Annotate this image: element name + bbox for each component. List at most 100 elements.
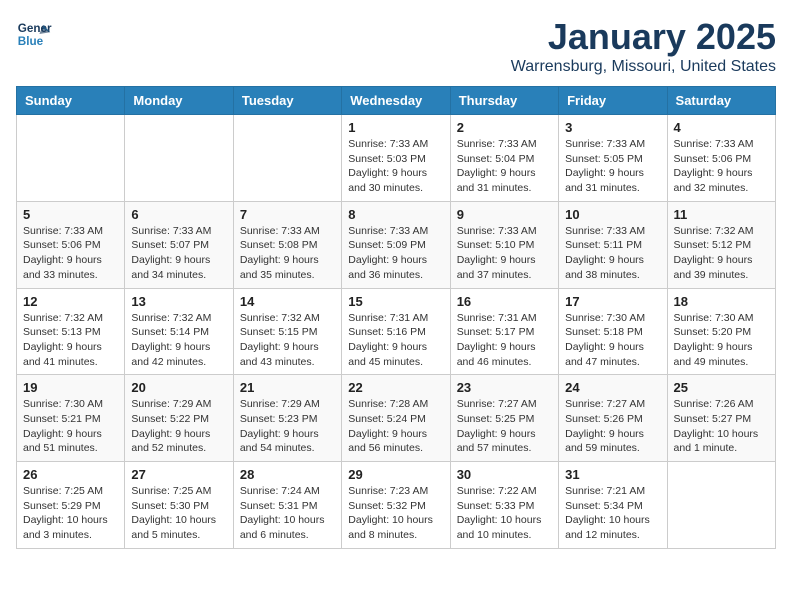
- day-number: 8: [348, 207, 443, 222]
- day-number: 31: [565, 467, 660, 482]
- day-number: 1: [348, 120, 443, 135]
- calendar-day-2: 2 Sunrise: 7:33 AM Sunset: 5:04 PM Daylig…: [450, 115, 558, 202]
- day-number: 11: [674, 207, 769, 222]
- day-info: Sunrise: 7:31 AM Sunset: 5:17 PM Dayligh…: [457, 311, 552, 370]
- day-info: Sunrise: 7:27 AM Sunset: 5:25 PM Dayligh…: [457, 397, 552, 456]
- weekday-header-monday: Monday: [125, 87, 233, 115]
- day-number: 29: [348, 467, 443, 482]
- day-number: 21: [240, 380, 335, 395]
- day-info: Sunrise: 7:30 AM Sunset: 5:20 PM Dayligh…: [674, 311, 769, 370]
- svg-text:Blue: Blue: [18, 35, 44, 48]
- day-info: Sunrise: 7:33 AM Sunset: 5:11 PM Dayligh…: [565, 224, 660, 283]
- day-number: 25: [674, 380, 769, 395]
- logo-icon: General Blue: [16, 16, 52, 52]
- weekday-header-sunday: Sunday: [17, 87, 125, 115]
- calendar-week-row: 5Sunrise: 7:33 AM Sunset: 5:06 PM Daylig…: [17, 201, 776, 288]
- calendar-day-5: 5Sunrise: 7:33 AM Sunset: 5:06 PM Daylig…: [17, 201, 125, 288]
- day-info: Sunrise: 7:30 AM Sunset: 5:21 PM Dayligh…: [23, 397, 118, 456]
- calendar-day-9: 9 Sunrise: 7:33 AM Sunset: 5:10 PM Daylig…: [450, 201, 558, 288]
- day-number: 12: [23, 294, 118, 309]
- header: General Blue January 2025 Warrensburg, M…: [16, 16, 776, 76]
- calendar-day-3: 3 Sunrise: 7:33 AM Sunset: 5:05 PM Daylig…: [559, 115, 667, 202]
- day-info: Sunrise: 7:33 AM Sunset: 5:06 PM Dayligh…: [674, 137, 769, 196]
- day-number: 27: [131, 467, 226, 482]
- svg-text:General: General: [18, 22, 52, 35]
- calendar-day-7: 7 Sunrise: 7:33 AM Sunset: 5:08 PM Daylig…: [233, 201, 341, 288]
- day-number: 10: [565, 207, 660, 222]
- day-number: 26: [23, 467, 118, 482]
- day-number: 28: [240, 467, 335, 482]
- calendar-subtitle: Warrensburg, Missouri, United States: [511, 58, 776, 76]
- day-info: Sunrise: 7:24 AM Sunset: 5:31 PM Dayligh…: [240, 484, 335, 543]
- day-info: Sunrise: 7:25 AM Sunset: 5:29 PM Dayligh…: [23, 484, 118, 543]
- day-info: Sunrise: 7:25 AM Sunset: 5:30 PM Dayligh…: [131, 484, 226, 543]
- calendar-day-4: 4 Sunrise: 7:33 AM Sunset: 5:06 PM Daylig…: [667, 115, 775, 202]
- day-number: 7: [240, 207, 335, 222]
- day-number: 18: [674, 294, 769, 309]
- calendar-day-28: 28 Sunrise: 7:24 AM Sunset: 5:31 PM Dayli…: [233, 462, 341, 549]
- day-info: Sunrise: 7:29 AM Sunset: 5:23 PM Dayligh…: [240, 397, 335, 456]
- day-info: Sunrise: 7:29 AM Sunset: 5:22 PM Dayligh…: [131, 397, 226, 456]
- calendar-day-21: 21 Sunrise: 7:29 AM Sunset: 5:23 PM Dayli…: [233, 375, 341, 462]
- calendar-week-row: 19 Sunrise: 7:30 AM Sunset: 5:21 PM Dayli…: [17, 375, 776, 462]
- day-info: Sunrise: 7:31 AM Sunset: 5:16 PM Dayligh…: [348, 311, 443, 370]
- empty-day-cell: [233, 115, 341, 202]
- calendar-day-13: 13Sunrise: 7:32 AM Sunset: 5:14 PM Dayli…: [125, 288, 233, 375]
- day-number: 22: [348, 380, 443, 395]
- calendar-week-row: 1 Sunrise: 7:33 AM Sunset: 5:03 PM Daylig…: [17, 115, 776, 202]
- day-number: 2: [457, 120, 552, 135]
- day-info: Sunrise: 7:32 AM Sunset: 5:13 PM Dayligh…: [23, 311, 118, 370]
- calendar-day-26: 26 Sunrise: 7:25 AM Sunset: 5:29 PM Dayli…: [17, 462, 125, 549]
- weekday-header-tuesday: Tuesday: [233, 87, 341, 115]
- weekday-header-row: SundayMondayTuesdayWednesdayThursdayFrid…: [17, 87, 776, 115]
- calendar-day-12: 12 Sunrise: 7:32 AM Sunset: 5:13 PM Dayli…: [17, 288, 125, 375]
- day-info: Sunrise: 7:27 AM Sunset: 5:26 PM Dayligh…: [565, 397, 660, 456]
- day-number: 15: [348, 294, 443, 309]
- day-number: 6: [131, 207, 226, 222]
- weekday-header-friday: Friday: [559, 87, 667, 115]
- calendar-day-20: 20 Sunrise: 7:29 AM Sunset: 5:22 PM Dayli…: [125, 375, 233, 462]
- calendar-day-16: 16Sunrise: 7:31 AM Sunset: 5:17 PM Dayli…: [450, 288, 558, 375]
- calendar-day-24: 24 Sunrise: 7:27 AM Sunset: 5:26 PM Dayli…: [559, 375, 667, 462]
- day-number: 3: [565, 120, 660, 135]
- day-number: 17: [565, 294, 660, 309]
- calendar-day-15: 15 Sunrise: 7:31 AM Sunset: 5:16 PM Dayli…: [342, 288, 450, 375]
- calendar-day-18: 18 Sunrise: 7:30 AM Sunset: 5:20 PM Dayli…: [667, 288, 775, 375]
- day-number: 19: [23, 380, 118, 395]
- calendar-day-29: 29Sunrise: 7:23 AM Sunset: 5:32 PM Dayli…: [342, 462, 450, 549]
- day-number: 24: [565, 380, 660, 395]
- day-info: Sunrise: 7:33 AM Sunset: 5:05 PM Dayligh…: [565, 137, 660, 196]
- calendar-week-row: 26 Sunrise: 7:25 AM Sunset: 5:29 PM Dayli…: [17, 462, 776, 549]
- calendar-day-25: 25Sunrise: 7:26 AM Sunset: 5:27 PM Dayli…: [667, 375, 775, 462]
- calendar-day-14: 14Sunrise: 7:32 AM Sunset: 5:15 PM Dayli…: [233, 288, 341, 375]
- day-number: 23: [457, 380, 552, 395]
- weekday-header-wednesday: Wednesday: [342, 87, 450, 115]
- day-info: Sunrise: 7:33 AM Sunset: 5:04 PM Dayligh…: [457, 137, 552, 196]
- calendar-title: January 2025: [511, 16, 776, 58]
- empty-day-cell: [17, 115, 125, 202]
- calendar-day-19: 19 Sunrise: 7:30 AM Sunset: 5:21 PM Dayli…: [17, 375, 125, 462]
- day-info: Sunrise: 7:22 AM Sunset: 5:33 PM Dayligh…: [457, 484, 552, 543]
- calendar-table: SundayMondayTuesdayWednesdayThursdayFrid…: [16, 86, 776, 549]
- weekday-header-thursday: Thursday: [450, 87, 558, 115]
- day-number: 4: [674, 120, 769, 135]
- day-info: Sunrise: 7:30 AM Sunset: 5:18 PM Dayligh…: [565, 311, 660, 370]
- calendar-day-8: 8 Sunrise: 7:33 AM Sunset: 5:09 PM Daylig…: [342, 201, 450, 288]
- calendar-day-10: 10 Sunrise: 7:33 AM Sunset: 5:11 PM Dayli…: [559, 201, 667, 288]
- day-info: Sunrise: 7:21 AM Sunset: 5:34 PM Dayligh…: [565, 484, 660, 543]
- day-info: Sunrise: 7:33 AM Sunset: 5:10 PM Dayligh…: [457, 224, 552, 283]
- day-number: 9: [457, 207, 552, 222]
- calendar-day-17: 17 Sunrise: 7:30 AM Sunset: 5:18 PM Dayli…: [559, 288, 667, 375]
- calendar-day-27: 27 Sunrise: 7:25 AM Sunset: 5:30 PM Dayli…: [125, 462, 233, 549]
- day-info: Sunrise: 7:32 AM Sunset: 5:15 PM Dayligh…: [240, 311, 335, 370]
- calendar-day-31: 31 Sunrise: 7:21 AM Sunset: 5:34 PM Dayli…: [559, 462, 667, 549]
- logo: General Blue: [16, 16, 52, 52]
- day-number: 30: [457, 467, 552, 482]
- day-info: Sunrise: 7:33 AM Sunset: 5:08 PM Dayligh…: [240, 224, 335, 283]
- day-number: 20: [131, 380, 226, 395]
- calendar-day-6: 6Sunrise: 7:33 AM Sunset: 5:07 PM Daylig…: [125, 201, 233, 288]
- day-info: Sunrise: 7:33 AM Sunset: 5:03 PM Dayligh…: [348, 137, 443, 196]
- title-section: January 2025 Warrensburg, Missouri, Unit…: [511, 16, 776, 76]
- weekday-header-saturday: Saturday: [667, 87, 775, 115]
- day-info: Sunrise: 7:33 AM Sunset: 5:09 PM Dayligh…: [348, 224, 443, 283]
